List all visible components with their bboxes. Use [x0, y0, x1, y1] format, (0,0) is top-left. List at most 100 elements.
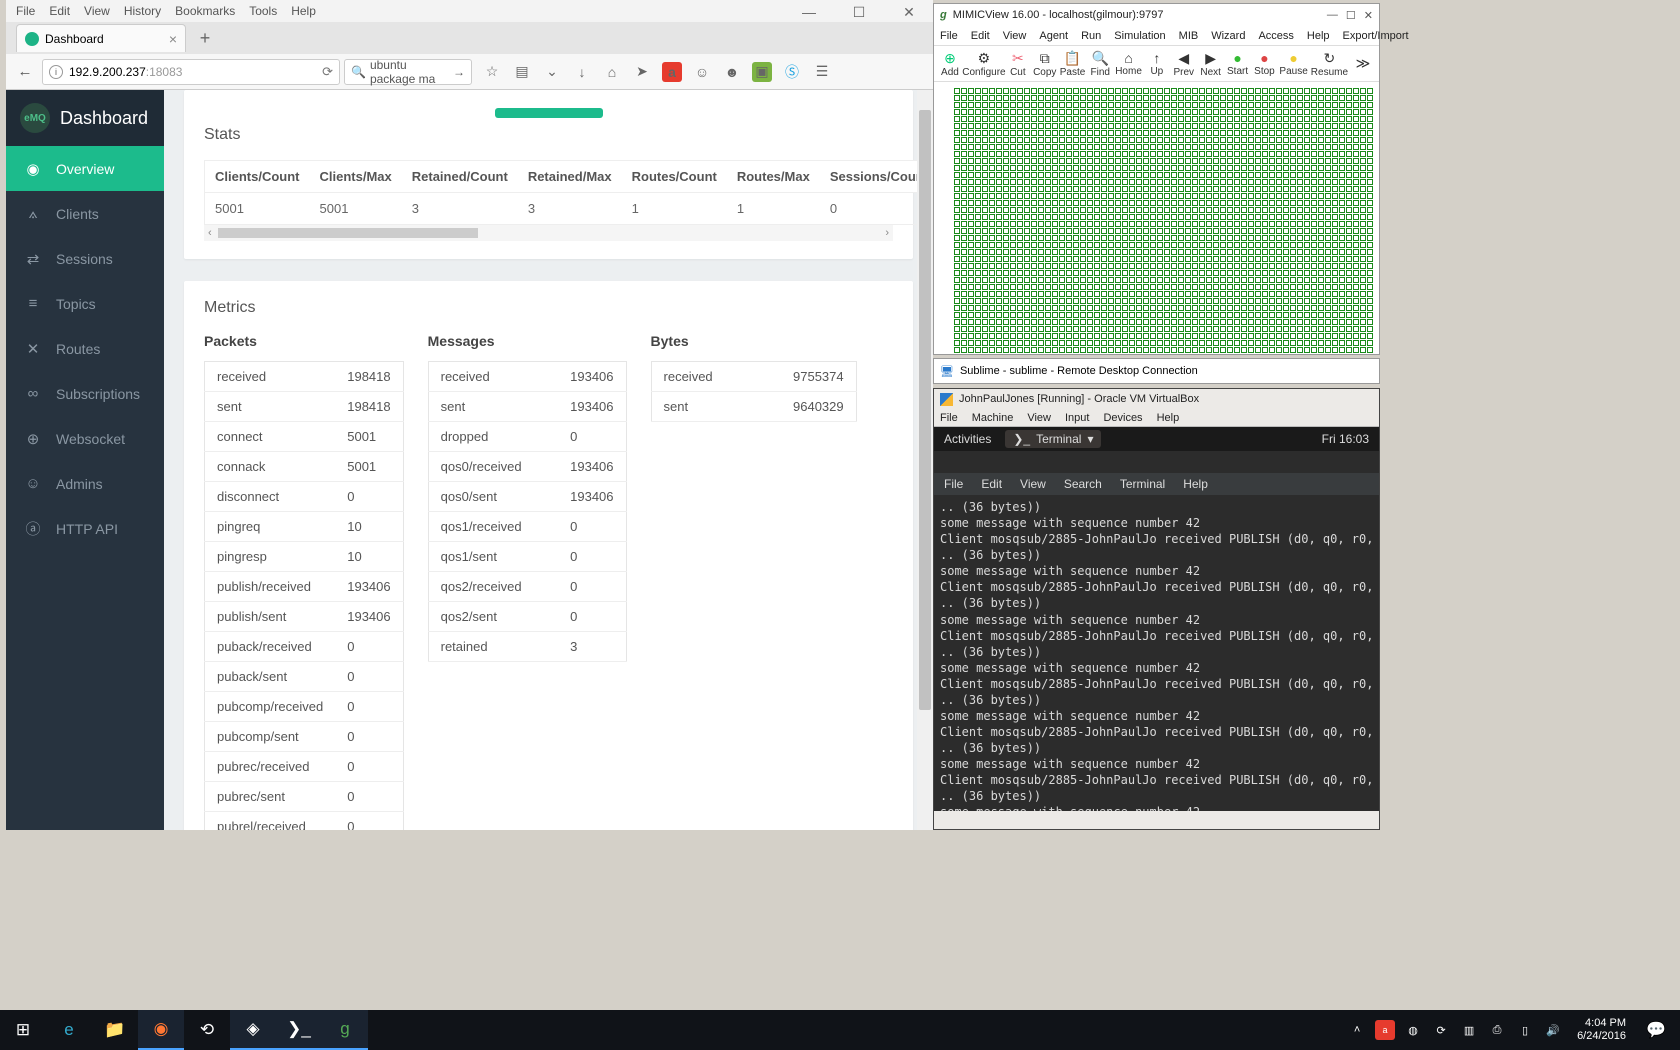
agent-cell[interactable]: [1024, 172, 1030, 178]
agent-cell[interactable]: [1346, 312, 1352, 318]
agent-cell[interactable]: [1213, 179, 1219, 185]
agent-cell[interactable]: [1129, 347, 1135, 353]
terminal-output[interactable]: .. (36 bytes)) some message with sequenc…: [934, 495, 1379, 811]
agent-cell[interactable]: [1325, 305, 1331, 311]
agent-cell[interactable]: [1087, 109, 1093, 115]
agent-cell[interactable]: [1052, 277, 1058, 283]
agent-cell[interactable]: [1059, 123, 1065, 129]
agent-cell[interactable]: [1136, 333, 1142, 339]
agent-cell[interactable]: [1269, 312, 1275, 318]
agent-cell[interactable]: [1220, 277, 1226, 283]
agent-cell[interactable]: [1171, 158, 1177, 164]
library-icon[interactable]: ▤: [512, 62, 532, 82]
agent-cell[interactable]: [1304, 200, 1310, 206]
agent-cell[interactable]: [1129, 319, 1135, 325]
agent-cell[interactable]: [1024, 165, 1030, 171]
agent-cell[interactable]: [1283, 347, 1289, 353]
agent-cell[interactable]: [1024, 319, 1030, 325]
taskbar-explorer[interactable]: 📁: [92, 1010, 138, 1050]
agent-cell[interactable]: [1199, 312, 1205, 318]
agent-cell[interactable]: [1206, 207, 1212, 213]
agent-cell[interactable]: [1094, 109, 1100, 115]
agent-cell[interactable]: [1199, 186, 1205, 192]
agent-cell[interactable]: [1262, 340, 1268, 346]
taskbar-mimic[interactable]: g: [322, 1010, 368, 1050]
agent-cell[interactable]: [1108, 284, 1114, 290]
agent-cell[interactable]: [1157, 221, 1163, 227]
agent-cell[interactable]: [1283, 298, 1289, 304]
agent-cell[interactable]: [1059, 200, 1065, 206]
agent-cell[interactable]: [1115, 312, 1121, 318]
agent-cell[interactable]: [1150, 242, 1156, 248]
agent-cell[interactable]: [1262, 333, 1268, 339]
agent-cell[interactable]: [961, 347, 967, 353]
agent-cell[interactable]: [1318, 116, 1324, 122]
agent-cell[interactable]: [1052, 144, 1058, 150]
agent-cell[interactable]: [1073, 221, 1079, 227]
agent-cell[interactable]: [1122, 102, 1128, 108]
agent-cell[interactable]: [1241, 263, 1247, 269]
agent-cell[interactable]: [1353, 179, 1359, 185]
agent-cell[interactable]: [1290, 109, 1296, 115]
agent-cell[interactable]: [1255, 312, 1261, 318]
agent-cell[interactable]: [1353, 270, 1359, 276]
agent-cell[interactable]: [1115, 186, 1121, 192]
agent-cell[interactable]: [1094, 165, 1100, 171]
agent-cell[interactable]: [1115, 284, 1121, 290]
agent-cell[interactable]: [954, 172, 960, 178]
agent-cell[interactable]: [1290, 305, 1296, 311]
agent-cell[interactable]: [1220, 242, 1226, 248]
agent-cell[interactable]: [1108, 340, 1114, 346]
agent-cell[interactable]: [1094, 123, 1100, 129]
agent-cell[interactable]: [1325, 151, 1331, 157]
agent-cell[interactable]: [1157, 256, 1163, 262]
agent-cell[interactable]: [1311, 270, 1317, 276]
agent-cell[interactable]: [968, 179, 974, 185]
pocket-icon[interactable]: ⌄: [542, 62, 562, 82]
agent-cell[interactable]: [1353, 284, 1359, 290]
agent-cell[interactable]: [1024, 228, 1030, 234]
agent-cell[interactable]: [1290, 165, 1296, 171]
agent-cell[interactable]: [975, 137, 981, 143]
agent-cell[interactable]: [1059, 172, 1065, 178]
agent-cell[interactable]: [1010, 270, 1016, 276]
agent-cell[interactable]: [996, 137, 1002, 143]
agent-cell[interactable]: [1304, 305, 1310, 311]
agent-cell[interactable]: [1234, 116, 1240, 122]
agent-cell[interactable]: [1255, 193, 1261, 199]
agent-cell[interactable]: [1066, 312, 1072, 318]
agent-cell[interactable]: [1031, 165, 1037, 171]
agent-cell[interactable]: [1073, 207, 1079, 213]
agent-cell[interactable]: [1087, 102, 1093, 108]
agent-cell[interactable]: [1283, 95, 1289, 101]
agent-cell[interactable]: [961, 284, 967, 290]
agent-cell[interactable]: [1290, 242, 1296, 248]
agent-cell[interactable]: [1178, 277, 1184, 283]
agent-cell[interactable]: [1346, 200, 1352, 206]
agent-cell[interactable]: [1234, 102, 1240, 108]
agent-cell[interactable]: [975, 347, 981, 353]
agent-cell[interactable]: [1220, 340, 1226, 346]
agent-cell[interactable]: [1339, 263, 1345, 269]
agent-cell[interactable]: [1241, 130, 1247, 136]
agent-cell[interactable]: [1192, 263, 1198, 269]
agent-cell[interactable]: [1255, 284, 1261, 290]
agent-cell[interactable]: [1360, 130, 1366, 136]
agent-cell[interactable]: [1185, 235, 1191, 241]
agent-cell[interactable]: [1269, 116, 1275, 122]
agent-cell[interactable]: [1017, 319, 1023, 325]
agent-cell[interactable]: [1010, 277, 1016, 283]
address-bar[interactable]: i 192.9.200.237:18083 ⟳: [42, 59, 340, 85]
agent-cell[interactable]: [961, 298, 967, 304]
agent-cell[interactable]: [1339, 193, 1345, 199]
agent-cell[interactable]: [1297, 235, 1303, 241]
agent-cell[interactable]: [1206, 277, 1212, 283]
agent-cell[interactable]: [1087, 165, 1093, 171]
agent-cell[interactable]: [996, 186, 1002, 192]
agent-cell[interactable]: [968, 130, 974, 136]
agent-cell[interactable]: [1185, 270, 1191, 276]
agent-cell[interactable]: [968, 109, 974, 115]
agent-cell[interactable]: [1157, 200, 1163, 206]
agent-cell[interactable]: [1276, 228, 1282, 234]
agent-cell[interactable]: [1094, 116, 1100, 122]
